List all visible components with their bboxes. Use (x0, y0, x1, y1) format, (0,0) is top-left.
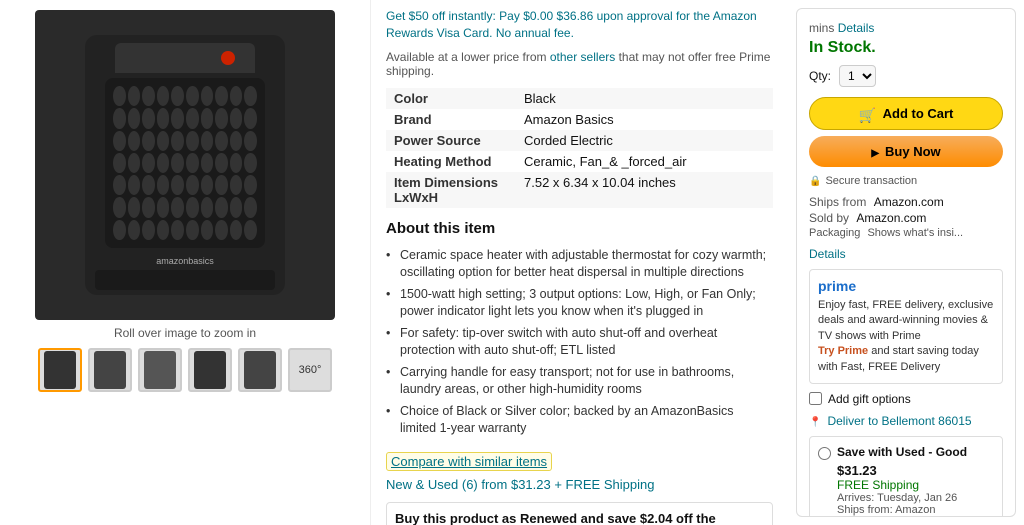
save-ships-from: Ships from: Amazon (837, 504, 978, 516)
cart-icon (859, 107, 877, 121)
heater-button-detail (221, 51, 235, 65)
spec-value-brand: Amazon Basics (516, 109, 773, 130)
save-title: Save with Used - Good (837, 445, 978, 459)
bullet-4: Carrying handle for easy transport; not … (386, 362, 773, 401)
quantity-row: Qty: 1 2 3 4 5 (809, 65, 1003, 87)
thumbnail-2[interactable] (88, 348, 132, 392)
ships-from-row: Ships from Amazon.com (809, 195, 1003, 209)
spec-label-color: Color (386, 88, 516, 109)
buy-now-icon (871, 144, 879, 159)
product-main-image[interactable]: amazonbasics (35, 10, 335, 320)
packaging-row: Packaging Shows what's insi... (809, 227, 1003, 239)
try-prime-link[interactable]: Try Prime (818, 345, 868, 357)
new-used-text: New & Used (6) from $31.23 + FREE Shippi… (386, 477, 773, 492)
renewed-box: Buy this product as Renewed and save $2.… (386, 502, 773, 525)
heater-base (95, 270, 275, 290)
thumbnail-3[interactable] (138, 348, 182, 392)
spec-row-brand: Brand Amazon Basics (386, 109, 773, 130)
delivery-info: mins Details (809, 21, 1003, 35)
gift-option: Add gift options (809, 392, 1003, 406)
bullet-5: Choice of Black or Silver color; backed … (386, 401, 773, 440)
spec-row-power: Power Source Corded Electric (386, 130, 773, 151)
deliver-row[interactable]: Deliver to Bellemont 86015 (809, 414, 1003, 428)
bullet-1: Ceramic space heater with adjustable the… (386, 245, 773, 284)
thumbnail-4[interactable] (188, 348, 232, 392)
compare-link[interactable]: Compare with similar items (386, 452, 552, 471)
renewed-title: Buy this product as Renewed and save $2.… (395, 511, 764, 525)
save-radio-row: Save with Used - Good $31.23 FREE Shippi… (818, 445, 994, 517)
heater-grill (105, 78, 265, 248)
save-info: Save with Used - Good $31.23 FREE Shippi… (837, 445, 978, 517)
save-price: $31.23 (837, 463, 978, 478)
promo-text: Get $50 off instantly: Pay $0.00 $36.86 … (386, 8, 773, 42)
save-sold-by: Sold by: Amazon Warehouse (837, 516, 978, 517)
add-to-cart-button[interactable]: Add to Cart (809, 97, 1003, 130)
zoom-text: Roll over image to zoom in (114, 326, 256, 340)
about-title: About this item (386, 220, 773, 237)
buy-box: mins Details In Stock. Qty: 1 2 3 4 5 Ad… (796, 8, 1016, 517)
other-sellers-link[interactable]: other sellers (550, 50, 615, 64)
spec-row-dimensions: Item Dimensions LxWxH 7.52 x 6.34 x 10.0… (386, 172, 773, 208)
prime-box: prime Enjoy fast, FREE delivery, exclusi… (809, 269, 1003, 384)
location-icon (809, 414, 821, 428)
lock-icon (809, 175, 821, 187)
spec-value-heating: Ceramic, Fan_& _forced_air (516, 151, 773, 172)
thumbnail-1[interactable] (38, 348, 82, 392)
specs-table: Color Black Brand Amazon Basics Power So… (386, 88, 773, 208)
quantity-select[interactable]: 1 2 3 4 5 (839, 65, 876, 87)
thumbnail-strip: 360° (38, 348, 332, 392)
secure-transaction: Secure transaction (809, 175, 1003, 187)
left-panel: amazonbasics Roll over image to zoom in … (0, 0, 370, 525)
buy-now-button[interactable]: Buy Now (809, 136, 1003, 167)
prime-logo: prime (818, 278, 994, 294)
details-section-link[interactable]: Details (809, 247, 1003, 261)
gift-checkbox[interactable] (809, 392, 822, 405)
new-used-link[interactable]: New & Used (6) from $31.23 + FREE Shippi… (386, 477, 654, 492)
spec-label-brand: Brand (386, 109, 516, 130)
thumbnail-360[interactable]: 360° (288, 348, 332, 392)
spec-value-color: Black (516, 88, 773, 109)
qty-label: Qty: (809, 69, 831, 83)
feature-bullets: Ceramic space heater with adjustable the… (386, 245, 773, 440)
save-arrives: Arrives: Tuesday, Jan 26 (837, 492, 978, 504)
bullet-3: For safety: tip-over switch with auto sh… (386, 323, 773, 362)
spec-value-power: Corded Electric (516, 130, 773, 151)
spec-row-color: Color Black (386, 88, 773, 109)
spec-label-heating: Heating Method (386, 151, 516, 172)
middle-panel: Get $50 off instantly: Pay $0.00 $36.86 … (370, 0, 788, 525)
sold-by-row: Sold by Amazon.com (809, 211, 1003, 225)
bullet-2: 1500-watt high setting; 3 output options… (386, 284, 773, 323)
prime-text: Enjoy fast, FREE delivery, exclusive dea… (818, 298, 994, 375)
lower-price-text: Available at a lower price from other se… (386, 50, 773, 78)
save-radio[interactable] (818, 447, 831, 460)
save-box: Save with Used - Good $31.23 FREE Shippi… (809, 436, 1003, 517)
gift-label: Add gift options (828, 392, 911, 406)
details-link-top[interactable]: Details (838, 21, 875, 35)
thumbnail-5[interactable] (238, 348, 282, 392)
save-shipping: FREE Shipping (837, 478, 978, 492)
in-stock-label: In Stock. (809, 39, 1003, 57)
spec-label-dimensions: Item Dimensions LxWxH (386, 172, 516, 208)
spec-value-dimensions: 7.52 x 6.34 x 10.04 inches (516, 172, 773, 208)
spec-label-power: Power Source (386, 130, 516, 151)
spec-row-heating: Heating Method Ceramic, Fan_& _forced_ai… (386, 151, 773, 172)
heater-brand-logo: amazonbasics (156, 256, 214, 266)
